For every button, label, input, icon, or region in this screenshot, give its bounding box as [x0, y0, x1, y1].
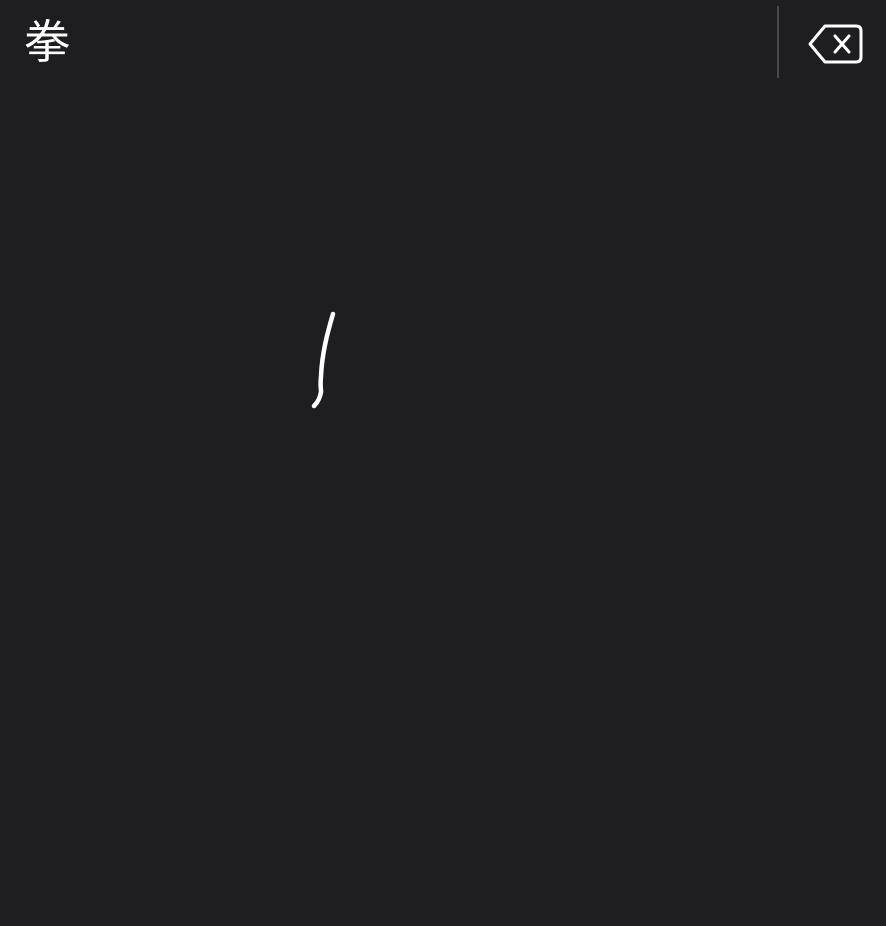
candidate-bar-divider [777, 6, 779, 78]
delete-button[interactable] [798, 12, 874, 76]
backspace-icon [808, 23, 864, 65]
handwriting-keyboard: 拳 [0, 0, 886, 926]
candidate-character[interactable]: 拳 [18, 8, 76, 76]
handwriting-stroke [311, 311, 336, 409]
handwriting-pad[interactable] [0, 86, 886, 926]
candidate-bar: 拳 [0, 0, 886, 86]
